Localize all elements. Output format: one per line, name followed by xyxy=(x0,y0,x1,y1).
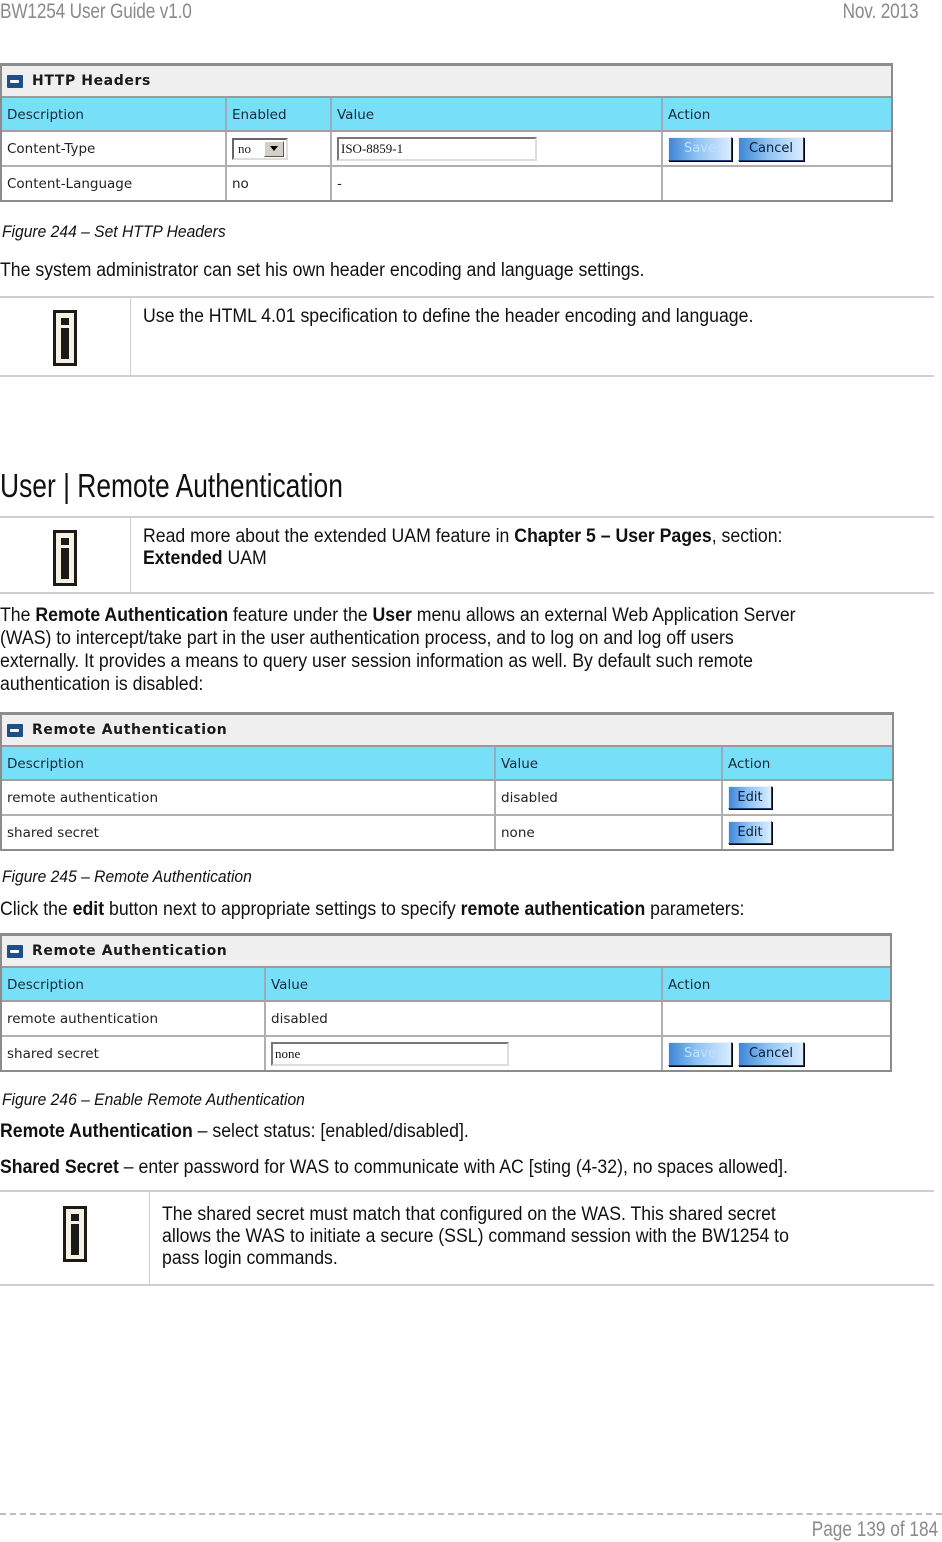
info-note: Read more about the extended UAM feature… xyxy=(0,516,934,594)
value-cell: ISO-8859-1 xyxy=(332,132,663,165)
action-cell xyxy=(663,167,891,200)
action-cell xyxy=(663,1002,890,1035)
edit-button[interactable]: Edit xyxy=(728,821,772,844)
row-description: remote authentication xyxy=(2,781,496,814)
row-description: Content-Language xyxy=(2,167,227,200)
footer-divider xyxy=(0,1513,942,1515)
column-header-action: Action xyxy=(668,106,711,123)
row-value: disabled xyxy=(496,781,723,814)
note-text: The shared secret must match that config… xyxy=(162,1204,789,1269)
table-title-bar: Remote Authentication xyxy=(2,715,892,747)
column-header-value: Value xyxy=(332,98,663,131)
row-description: shared secret xyxy=(2,1037,266,1070)
save-button[interactable]: Save xyxy=(668,1041,732,1066)
info-note: The shared secret must match that config… xyxy=(0,1190,934,1286)
column-header-description: Description xyxy=(2,98,227,131)
row-description: remote authentication xyxy=(2,1002,266,1035)
info-icon xyxy=(62,1206,87,1262)
table-title-bar: Remote Authentication xyxy=(2,936,890,968)
panel-toggle-icon[interactable] xyxy=(7,944,23,958)
table-header-row: Description Value Action xyxy=(2,747,892,781)
table-row: Content-Type no ISO-8859-1 Save Cancel xyxy=(2,132,891,167)
definition-shared-secret: Shared Secret – enter password for WAS t… xyxy=(0,1157,789,1178)
table-header-row: Description Value Action xyxy=(2,968,890,1002)
table-row: shared secret none Edit xyxy=(2,816,892,849)
column-header-description: Description xyxy=(2,968,266,1001)
info-icon xyxy=(53,530,77,586)
column-header-description: Description xyxy=(2,747,496,780)
edit-button[interactable]: Edit xyxy=(728,786,772,809)
value-input[interactable]: ISO-8859-1 xyxy=(337,136,537,161)
panel-toggle-icon[interactable] xyxy=(7,723,23,737)
value-cell: none xyxy=(266,1037,663,1070)
action-cell: Edit xyxy=(723,816,892,849)
column-header-action: Action xyxy=(728,755,771,772)
info-icon xyxy=(53,310,77,366)
info-note: Use the HTML 4.01 specification to defin… xyxy=(0,296,934,377)
section-heading: User | Remote Authentication xyxy=(0,467,343,504)
shared-secret-input[interactable]: none xyxy=(271,1041,509,1066)
dropdown-arrow-icon[interactable] xyxy=(264,140,284,157)
cancel-button[interactable]: Cancel xyxy=(738,1041,804,1066)
row-value: - xyxy=(332,167,663,200)
definition-remote-authentication: Remote Authentication – select status: [… xyxy=(0,1121,469,1142)
action-cell: Edit xyxy=(723,781,892,814)
row-value: disabled xyxy=(266,1002,663,1035)
paragraph: Click the edit button next to appropriat… xyxy=(0,899,745,920)
save-button[interactable]: Save xyxy=(668,136,732,161)
note-text: Use the HTML 4.01 specification to defin… xyxy=(143,306,754,327)
row-value: none xyxy=(496,816,723,849)
table-title-bar: HTTP Headers xyxy=(2,66,891,98)
table-row: shared secret none Save Cancel xyxy=(2,1037,890,1070)
enabled-cell: no xyxy=(227,132,332,165)
paragraph: The Remote Authentication feature under … xyxy=(0,605,796,695)
note-text: Read more about the extended UAM feature… xyxy=(143,526,783,569)
table-row: Content-Language no - xyxy=(2,167,891,200)
row-enabled: no xyxy=(227,167,332,200)
document-date: Nov. 2013 xyxy=(842,0,918,23)
cancel-button[interactable]: Cancel xyxy=(738,136,804,161)
table-title: Remote Authentication xyxy=(32,722,228,738)
action-cell: Save Cancel xyxy=(663,1037,890,1070)
column-header-value: Value xyxy=(266,968,663,1001)
panel-toggle-icon[interactable] xyxy=(7,74,23,88)
table-title: HTTP Headers xyxy=(32,73,151,89)
enabled-select-value: no xyxy=(238,140,251,156)
remote-auth-edit-table: Remote Authentication Description Value … xyxy=(0,933,892,1072)
page-number: Page 139 of 184 xyxy=(811,1518,938,1541)
enabled-select[interactable]: no xyxy=(232,137,288,160)
document-title: BW1254 User Guide v1.0 xyxy=(0,0,192,23)
http-headers-table: HTTP Headers Description Enabled Value A… xyxy=(0,63,893,202)
column-header-value: Value xyxy=(496,747,723,780)
column-header-enabled: Enabled xyxy=(227,98,332,131)
remote-auth-table: Remote Authentication Description Value … xyxy=(0,712,894,851)
paragraph: The system administrator can set his own… xyxy=(0,260,645,281)
row-description: shared secret xyxy=(2,816,496,849)
table-title: Remote Authentication xyxy=(32,943,228,959)
table-row: remote authentication disabled Edit xyxy=(2,781,892,816)
figure-caption: Figure 246 – Enable Remote Authenticatio… xyxy=(2,1090,305,1109)
figure-caption: Figure 245 – Remote Authentication xyxy=(2,867,252,886)
action-cell: Save Cancel xyxy=(663,132,891,165)
table-row: remote authentication disabled xyxy=(2,1002,890,1037)
table-header-row: Description Enabled Value Action xyxy=(2,98,891,132)
column-header-action: Action xyxy=(668,976,711,993)
row-description: Content-Type xyxy=(2,132,227,165)
figure-caption: Figure 244 – Set HTTP Headers xyxy=(2,222,226,241)
